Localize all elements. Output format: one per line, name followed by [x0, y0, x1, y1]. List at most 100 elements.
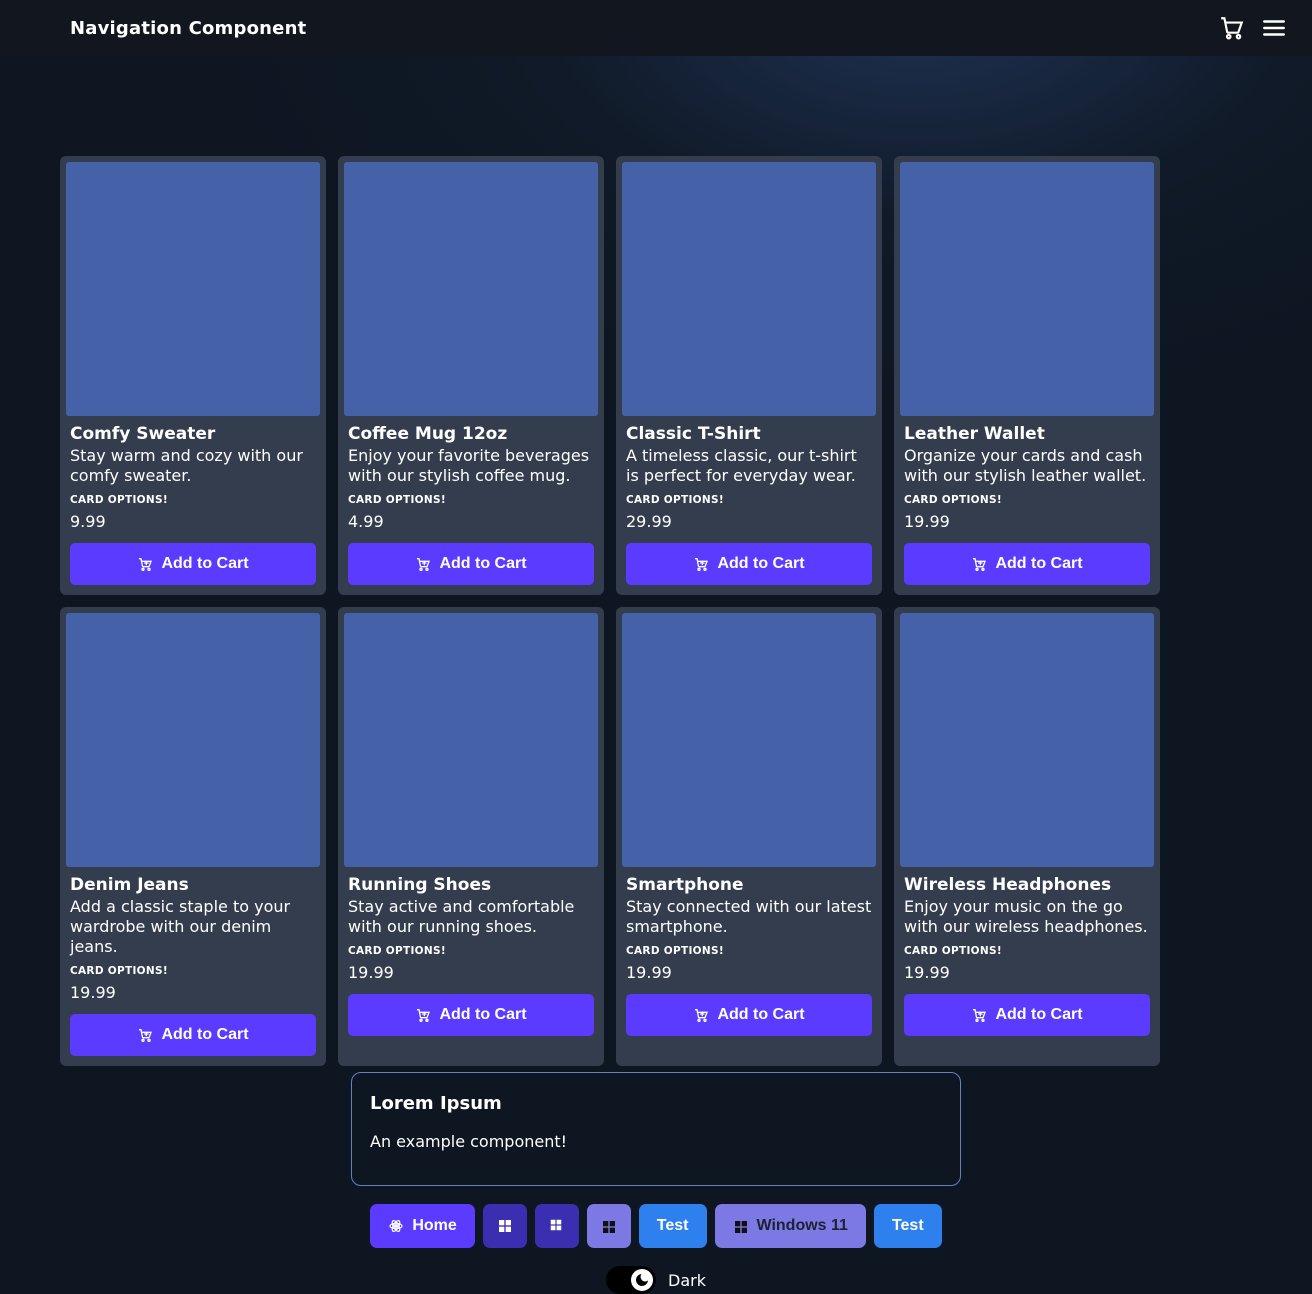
cart-plus-icon: [971, 1007, 987, 1023]
product-card: Classic T-ShirtA timeless classic, our t…: [616, 156, 882, 595]
windows-icon: [733, 1218, 749, 1234]
test-button-2[interactable]: Test: [874, 1204, 942, 1248]
card-options-label: CARD OPTIONS!: [348, 945, 594, 957]
card-options-label: CARD OPTIONS!: [70, 965, 316, 977]
product-image: [622, 162, 876, 416]
home-button[interactable]: Home: [370, 1204, 474, 1248]
product-title: Wireless Headphones: [904, 875, 1150, 895]
test-button-1[interactable]: Test: [639, 1204, 707, 1248]
product-price: 19.99: [904, 512, 1150, 531]
test-button-1-label: Test: [657, 1217, 689, 1235]
product-card: SmartphoneStay connected with our latest…: [616, 607, 882, 1066]
product-image: [622, 613, 876, 867]
add-to-cart-button[interactable]: Add to Cart: [626, 543, 872, 585]
product-title: Leather Wallet: [904, 424, 1150, 444]
product-description: Stay connected with our latest smartphon…: [626, 897, 872, 937]
product-description: Enjoy your music on the go with our wire…: [904, 897, 1150, 937]
cart-plus-icon: [693, 1007, 709, 1023]
product-description: A timeless classic, our t-shirt is perfe…: [626, 446, 872, 486]
product-card: Wireless HeadphonesEnjoy your music on t…: [894, 607, 1160, 1066]
example-panel: Lorem Ipsum An example component!: [351, 1072, 961, 1186]
product-description: Stay active and comfortable with our run…: [348, 897, 594, 937]
add-to-cart-label: Add to Cart: [995, 555, 1082, 573]
test-button-2-label: Test: [892, 1217, 924, 1235]
product-description: Add a classic staple to your wardrobe wi…: [70, 897, 316, 957]
toggle-knob: [631, 1269, 653, 1291]
cart-plus-icon: [971, 556, 987, 572]
panel-title: Lorem Ipsum: [370, 1093, 942, 1114]
windows-icon: [549, 1218, 565, 1234]
windows11-button-label: Windows 11: [757, 1217, 848, 1235]
card-options-label: CARD OPTIONS!: [626, 494, 872, 506]
product-image: [66, 613, 320, 867]
product-card: Coffee Mug 12ozEnjoy your favorite bever…: [338, 156, 604, 595]
product-title: Running Shoes: [348, 875, 594, 895]
cart-plus-icon: [415, 1007, 431, 1023]
product-price: 19.99: [904, 963, 1150, 982]
product-image: [344, 162, 598, 416]
atom-icon: [388, 1218, 404, 1234]
add-to-cart-label: Add to Cart: [717, 555, 804, 573]
product-description: Enjoy your favorite beverages with our s…: [348, 446, 594, 486]
product-title: Coffee Mug 12oz: [348, 424, 594, 444]
windows-icon: [497, 1218, 513, 1234]
product-card: Leather WalletOrganize your cards and ca…: [894, 156, 1160, 595]
product-price: 9.99: [70, 512, 316, 531]
button-row: Home Test Windows 11 Test: [0, 1204, 1312, 1248]
product-title: Classic T-Shirt: [626, 424, 872, 444]
cart-plus-icon: [693, 556, 709, 572]
cart-plus-icon: [137, 556, 153, 572]
menu-icon[interactable]: [1260, 14, 1288, 42]
add-to-cart-label: Add to Cart: [439, 555, 526, 573]
cart-plus-icon: [137, 1027, 153, 1043]
add-to-cart-label: Add to Cart: [161, 555, 248, 573]
product-card: Denim JeansAdd a classic staple to your …: [60, 607, 326, 1066]
theme-toggle[interactable]: [606, 1266, 656, 1294]
moon-icon: [634, 1272, 650, 1288]
add-to-cart-label: Add to Cart: [717, 1006, 804, 1024]
home-button-label: Home: [412, 1217, 456, 1235]
add-to-cart-button[interactable]: Add to Cart: [348, 543, 594, 585]
card-options-label: CARD OPTIONS!: [70, 494, 316, 506]
product-price: 19.99: [626, 963, 872, 982]
cart-plus-icon: [415, 556, 431, 572]
windows-button-3[interactable]: [587, 1204, 631, 1248]
add-to-cart-label: Add to Cart: [995, 1006, 1082, 1024]
card-options-label: CARD OPTIONS!: [348, 494, 594, 506]
windows11-button[interactable]: Windows 11: [715, 1204, 866, 1248]
product-image: [900, 613, 1154, 867]
add-to-cart-button[interactable]: Add to Cart: [348, 994, 594, 1036]
product-title: Smartphone: [626, 875, 872, 895]
product-price: 19.99: [70, 983, 316, 1002]
product-image: [66, 162, 320, 416]
product-grid: Comfy SweaterStay warm and cozy with our…: [60, 156, 1160, 1066]
product-title: Comfy Sweater: [70, 424, 316, 444]
product-image: [900, 162, 1154, 416]
card-options-label: CARD OPTIONS!: [904, 494, 1150, 506]
product-title: Denim Jeans: [70, 875, 316, 895]
windows-button-1[interactable]: [483, 1204, 527, 1248]
theme-toggle-row: Dark: [0, 1266, 1312, 1294]
product-description: Organize your cards and cash with our st…: [904, 446, 1150, 486]
add-to-cart-label: Add to Cart: [161, 1026, 248, 1044]
windows-button-2[interactable]: [535, 1204, 579, 1248]
add-to-cart-button[interactable]: Add to Cart: [70, 1014, 316, 1056]
product-description: Stay warm and cozy with our comfy sweate…: [70, 446, 316, 486]
product-price: 4.99: [348, 512, 594, 531]
windows-icon: [601, 1218, 617, 1234]
top-nav: Navigation Component: [0, 0, 1312, 56]
add-to-cart-button[interactable]: Add to Cart: [70, 543, 316, 585]
add-to-cart-button[interactable]: Add to Cart: [904, 994, 1150, 1036]
product-card: Running ShoesStay active and comfortable…: [338, 607, 604, 1066]
product-image: [344, 613, 598, 867]
add-to-cart-button[interactable]: Add to Cart: [626, 994, 872, 1036]
cart-icon[interactable]: [1218, 14, 1246, 42]
add-to-cart-button[interactable]: Add to Cart: [904, 543, 1150, 585]
add-to-cart-label: Add to Cart: [439, 1006, 526, 1024]
panel-body: An example component!: [370, 1132, 942, 1151]
product-card: Comfy SweaterStay warm and cozy with our…: [60, 156, 326, 595]
nav-title: Navigation Component: [70, 18, 306, 39]
product-price: 19.99: [348, 963, 594, 982]
product-price: 29.99: [626, 512, 872, 531]
card-options-label: CARD OPTIONS!: [626, 945, 872, 957]
